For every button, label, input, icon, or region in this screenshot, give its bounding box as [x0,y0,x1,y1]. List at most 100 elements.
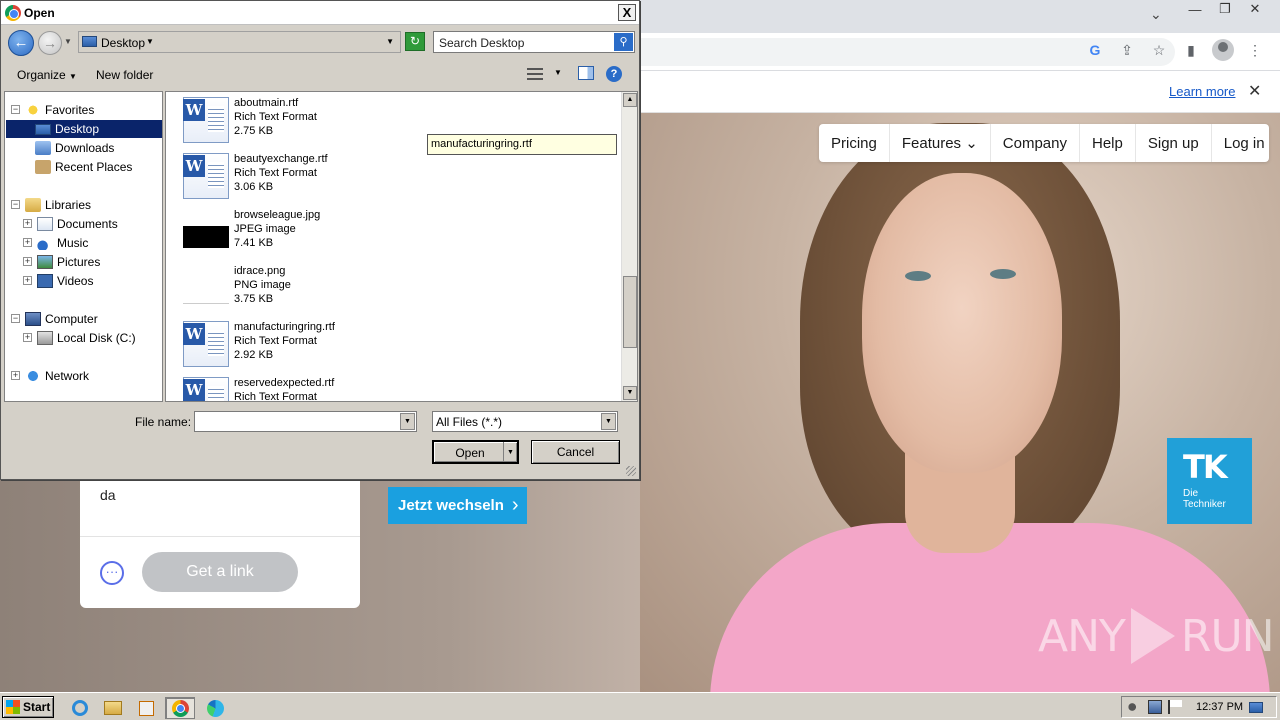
chevron-down-icon[interactable]: ▼ [601,413,616,430]
start-button[interactable]: Start [2,696,54,718]
new-folder-button[interactable]: New folder [96,68,153,82]
learn-more-link[interactable]: Learn more [1169,84,1235,99]
collapse-icon[interactable]: − [11,105,20,114]
tree-item-local-disk[interactable]: + Local Disk (C:) [23,329,136,347]
side-panel-icon[interactable]: ▮ [1180,39,1202,61]
taskbar-chrome[interactable] [165,697,195,719]
organize-label: Organize [17,68,66,82]
preview-pane-icon[interactable] [578,66,594,80]
dialog-close-button[interactable]: X [618,4,636,21]
tree-item-pictures[interactable]: + Pictures [23,253,100,271]
file-item[interactable]: manufacturingring.rtf Rich Text Format 2… [181,316,481,372]
help-icon[interactable]: ? [606,66,622,82]
change-view-icon[interactable] [527,68,543,80]
tree-item-documents[interactable]: + Documents [23,215,118,233]
nav-log-in[interactable]: Log in [1212,124,1277,162]
tree-item-desktop[interactable]: Desktop [35,120,99,138]
menu-kebab-icon[interactable]: ⋮ [1244,39,1266,61]
tree-item-recent-places[interactable]: Recent Places [35,158,132,176]
tree-item-music[interactable]: + Music [23,234,88,252]
profile-avatar-icon[interactable] [1212,39,1234,61]
expand-icon[interactable]: + [23,333,32,342]
refresh-icon[interactable]: ↻ [405,32,425,51]
recent-locations-dropdown-icon[interactable]: ▼ [64,37,72,46]
rtf-file-icon [183,153,229,199]
scroll-down-icon[interactable]: ▼ [623,386,637,400]
open-split-dropdown-icon[interactable]: ▼ [503,442,517,462]
network-status-icon[interactable] [1148,700,1162,714]
restore-icon[interactable]: ❐ [1214,0,1236,18]
image-thumbnail [183,284,229,304]
forward-arrow-icon[interactable]: → [38,31,62,55]
location-text[interactable]: Desktop [101,36,145,50]
nav-company[interactable]: Company [991,124,1080,162]
open-button[interactable]: Open ▼ [432,440,519,464]
minimize-icon[interactable]: — [1184,0,1206,18]
google-lens-icon[interactable]: G [1084,39,1106,61]
close-icon[interactable]: ✕ [1244,0,1266,18]
file-item[interactable]: reservedexpected.rtf Rich Text Format [181,372,481,401]
bookmark-star-icon[interactable]: ☆ [1148,39,1170,61]
expand-icon[interactable]: + [23,238,32,247]
file-name-input[interactable]: ▼ [194,411,417,432]
file-type-select[interactable]: All Files (*.*) ▼ [432,411,618,432]
tree-item-favorites[interactable]: − Favorites [11,101,94,119]
chevron-down-icon[interactable]: ▼ [400,413,415,430]
get-a-link-button[interactable]: Get a link [142,552,298,592]
share-icon[interactable]: ⇪ [1116,39,1138,61]
tree-item-computer[interactable]: − Computer [11,310,98,328]
media-player-icon [138,700,154,716]
tk-logo[interactable]: TK Die Techniker [1167,438,1252,524]
cancel-button[interactable]: Cancel [531,440,620,464]
address-dropdown-icon[interactable]: ▼ [386,37,394,46]
file-item[interactable]: browseleague.jpg JPEG image 7.41 KB [181,204,481,260]
nav-pricing[interactable]: Pricing [819,124,890,162]
back-arrow-icon[interactable]: ← [8,30,34,56]
tree-item-libraries[interactable]: − Libraries [11,196,91,214]
search-icon[interactable]: ⚲ [614,33,633,51]
edge-icon [206,699,224,717]
collapse-icon[interactable]: − [11,314,20,323]
ad-cta-button[interactable]: Jetzt wechseln › [388,487,527,524]
expand-icon[interactable]: + [23,219,32,228]
resize-grip-icon[interactable] [626,466,636,476]
taskbar-edge[interactable] [203,697,227,719]
volume-icon[interactable] [1128,700,1142,714]
tree-item-videos[interactable]: + Videos [23,272,93,290]
location-breadcrumb[interactable]: Desktop ▼ ▼ [78,31,401,53]
file-item[interactable]: beautyexchange.rtf Rich Text Format 3.06… [181,148,481,204]
more-options-icon[interactable]: ··· [100,561,124,585]
show-desktop-icon[interactable] [1249,701,1264,713]
tab-search-dropdown-icon[interactable]: ⌄ [1150,6,1162,23]
tk-logo-text: Die Techniker [1183,488,1226,510]
system-tray: 12:37 PM [1121,696,1277,718]
scroll-up-icon[interactable]: ▲ [623,93,637,107]
nav-sign-up[interactable]: Sign up [1136,124,1212,162]
collapse-icon[interactable]: − [11,200,20,209]
downloads-icon [35,141,51,155]
expand-icon[interactable]: + [23,257,32,266]
expand-icon[interactable]: + [11,371,20,380]
hard-disk-icon [37,331,53,345]
nav-features[interactable]: Features ⌄ [890,124,991,162]
file-item[interactable]: idrace.png PNG image 3.75 KB [181,260,481,316]
clock[interactable]: 12:37 PM [1196,701,1243,713]
taskbar-explorer[interactable] [101,697,125,719]
tree-label: Documents [57,217,118,231]
action-center-flag-icon[interactable] [1168,700,1182,714]
chevron-down-icon[interactable]: ▼ [146,37,154,46]
taskbar-media-player[interactable] [134,697,158,719]
vertical-scrollbar[interactable]: ▲ ▼ [621,92,637,401]
view-options-dropdown-icon[interactable]: ▼ [554,68,562,77]
nav-help[interactable]: Help [1080,124,1136,162]
search-input[interactable]: Search Desktop ⚲ [433,31,635,53]
scrollbar-thumb[interactable] [623,276,637,348]
organize-button[interactable]: Organize ▼ [17,68,77,82]
close-icon[interactable]: ✕ [1248,81,1261,101]
expand-icon[interactable]: + [23,276,32,285]
taskbar-internet-explorer[interactable] [68,697,92,719]
tree-item-network[interactable]: + Network [11,367,89,385]
typed-text[interactable]: da [100,487,116,503]
tree-item-downloads[interactable]: Downloads [35,139,114,157]
desktop-icon [82,36,97,47]
